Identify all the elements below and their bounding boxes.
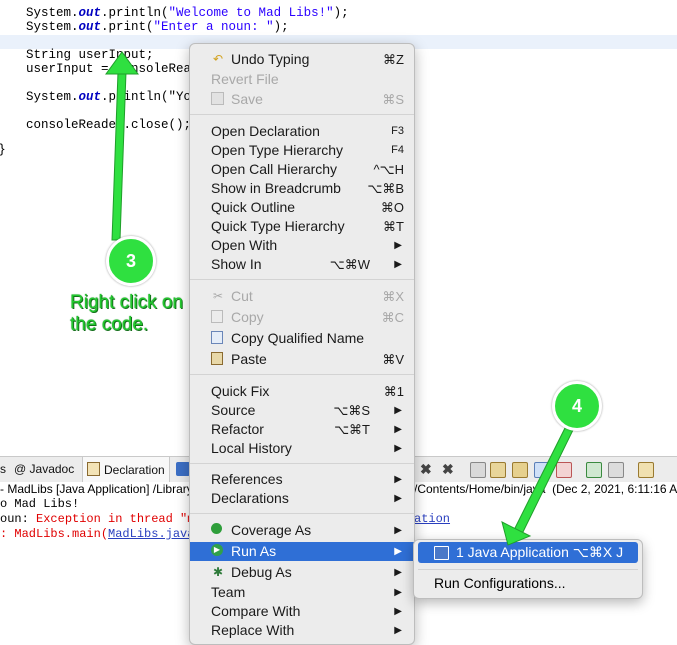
- arrow-3-head: [105, 51, 139, 75]
- arrow-3-shaft: [111, 71, 127, 241]
- step-3-badge: 3: [106, 236, 156, 286]
- arrow-4-shaft: [513, 425, 575, 535]
- step-3-text: Right click on the code.: [70, 292, 183, 335]
- step-4-badge: 4: [552, 381, 602, 431]
